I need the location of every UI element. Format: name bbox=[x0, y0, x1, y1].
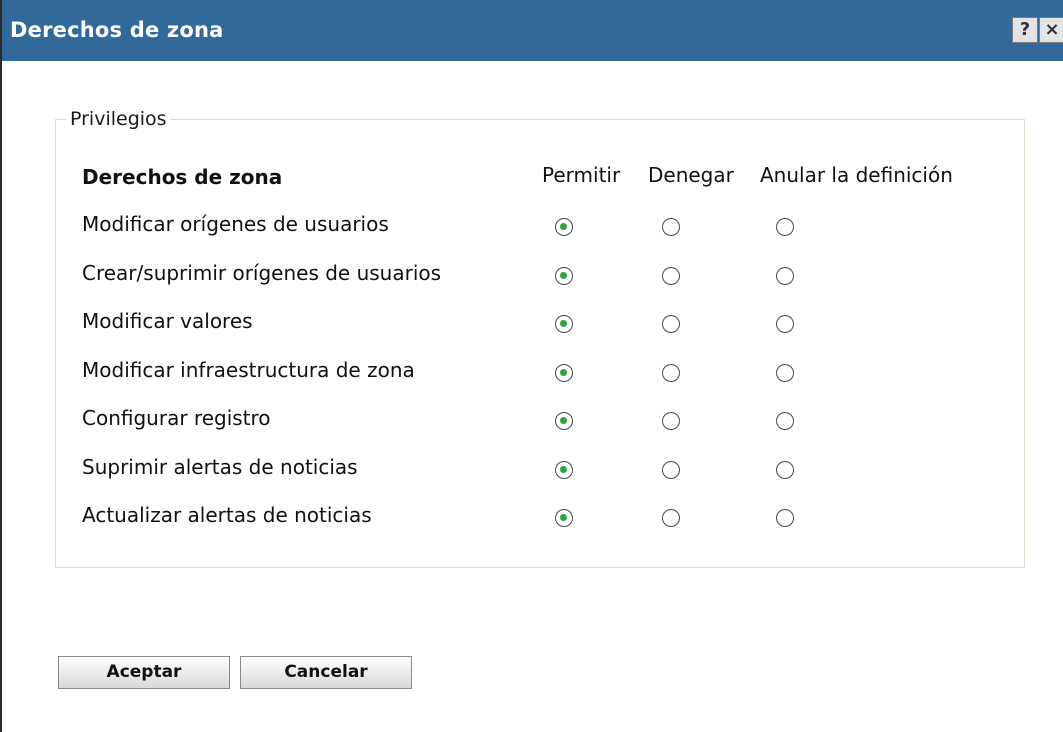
allow-radio[interactable] bbox=[555, 267, 573, 285]
rights-header: Derechos de zona bbox=[82, 165, 283, 189]
column-header-deny: Denegar bbox=[648, 163, 734, 187]
help-icon[interactable]: ? bbox=[1012, 17, 1038, 43]
privilege-row: Modificar valores bbox=[2, 309, 1063, 349]
deny-radio[interactable] bbox=[662, 267, 680, 285]
undefine-radio[interactable] bbox=[776, 315, 794, 333]
privilege-label: Actualizar alertas de noticias bbox=[82, 503, 372, 527]
privilege-row: Suprimir alertas de noticias bbox=[2, 455, 1063, 495]
privilege-label: Suprimir alertas de noticias bbox=[82, 455, 358, 479]
allow-radio[interactable] bbox=[555, 509, 573, 527]
deny-radio[interactable] bbox=[662, 509, 680, 527]
privilege-row: Modificar orígenes de usuarios bbox=[2, 212, 1063, 252]
privileges-legend: Privilegios bbox=[70, 108, 167, 130]
privilege-label: Modificar orígenes de usuarios bbox=[82, 212, 389, 236]
privilege-label: Modificar valores bbox=[82, 309, 253, 333]
undefine-radio[interactable] bbox=[776, 412, 794, 430]
deny-radio[interactable] bbox=[662, 218, 680, 236]
close-icon[interactable]: × bbox=[1039, 17, 1063, 43]
deny-radio[interactable] bbox=[662, 461, 680, 479]
privilege-row: Actualizar alertas de noticias bbox=[2, 503, 1063, 543]
undefine-radio[interactable] bbox=[776, 509, 794, 527]
privilege-row: Configurar registro bbox=[2, 406, 1063, 446]
deny-radio[interactable] bbox=[662, 364, 680, 382]
privilege-label: Crear/suprimir orígenes de usuarios bbox=[82, 261, 442, 285]
allow-radio[interactable] bbox=[555, 315, 573, 333]
title-bar: Derechos de zona ? × bbox=[2, 0, 1063, 61]
column-header-allow: Permitir bbox=[542, 163, 621, 187]
deny-radio[interactable] bbox=[662, 315, 680, 333]
accept-button[interactable]: Aceptar bbox=[58, 656, 230, 689]
dialog-title: Derechos de zona bbox=[10, 18, 224, 42]
allow-radio[interactable] bbox=[555, 461, 573, 479]
undefine-radio[interactable] bbox=[776, 364, 794, 382]
privilege-label: Modificar infraestructura de zona bbox=[82, 358, 415, 382]
allow-radio[interactable] bbox=[555, 364, 573, 382]
zone-rights-dialog: Derechos de zona ? × Privilegios Derecho… bbox=[0, 0, 1063, 732]
privilege-row: Modificar infraestructura de zona bbox=[2, 358, 1063, 398]
privilege-row: Crear/suprimir orígenes de usuarios bbox=[2, 261, 1063, 301]
undefine-radio[interactable] bbox=[776, 218, 794, 236]
cancel-button[interactable]: Cancelar bbox=[240, 656, 412, 689]
column-header-undefine: Anular la definición bbox=[760, 163, 953, 187]
undefine-radio[interactable] bbox=[776, 267, 794, 285]
allow-radio[interactable] bbox=[555, 412, 573, 430]
allow-radio[interactable] bbox=[555, 218, 573, 236]
undefine-radio[interactable] bbox=[776, 461, 794, 479]
privilege-label: Configurar registro bbox=[82, 406, 271, 430]
deny-radio[interactable] bbox=[662, 412, 680, 430]
